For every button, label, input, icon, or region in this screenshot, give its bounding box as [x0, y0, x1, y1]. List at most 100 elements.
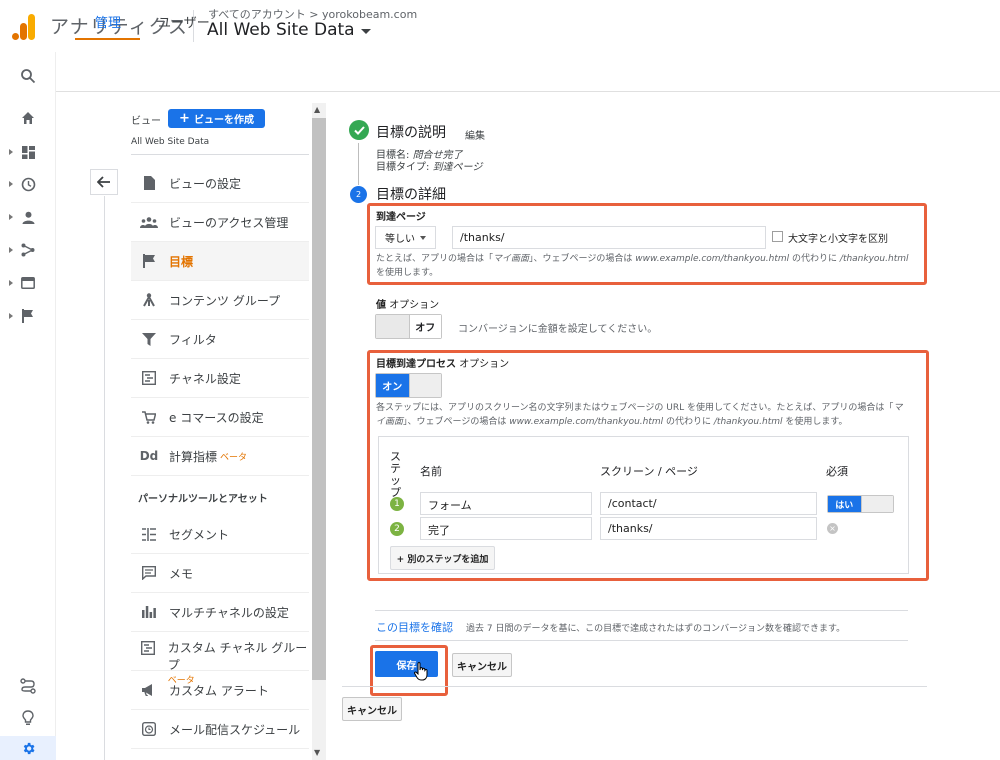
sidebar-item-label: マルチチャネルの設定: [169, 605, 289, 620]
goal-details-heading: 目標の詳細: [376, 187, 446, 203]
goal-description-heading: 目標の説明: [376, 125, 446, 141]
verify-help-text: 過去 7 日間のデータを基に、この目標で達成されたはずのコンバージョン数を確認で…: [466, 624, 846, 634]
tab-active-underline: [75, 38, 140, 40]
home-icon: [22, 112, 34, 124]
channel-icon: [139, 641, 158, 655]
add-step-button[interactable]: + 別のステップを追加: [390, 546, 495, 570]
conversions-button[interactable]: [14, 302, 42, 330]
sidebar-item-goals[interactable]: 目標: [131, 242, 309, 281]
segment-icon: [139, 527, 159, 541]
view-selector[interactable]: All Web Site Data: [207, 20, 371, 40]
step-number-badge: 1: [390, 497, 404, 511]
sidebar-item-user-management[interactable]: ビューのアクセス管理: [131, 203, 309, 242]
filter-icon: [139, 332, 159, 346]
hand-cursor-icon: [414, 662, 428, 681]
lightbulb-icon: [22, 710, 34, 725]
chevron-up-icon[interactable]: ▲: [314, 105, 320, 114]
left-rail: [0, 52, 56, 760]
expand-arrow-icon: [9, 149, 13, 155]
sidebar-item-filters[interactable]: フィルタ: [131, 320, 309, 359]
customization-button[interactable]: [14, 138, 42, 166]
tab-admin[interactable]: 管理: [95, 12, 121, 31]
edit-link[interactable]: 編集: [465, 127, 485, 142]
toggle-knob: [408, 374, 441, 397]
memo-icon: [139, 566, 159, 580]
sidebar-item-content-grouping[interactable]: コンテンツ グループ: [131, 281, 309, 320]
clock-icon: [21, 177, 35, 191]
acquisition-button[interactable]: [14, 236, 42, 264]
document-icon: [139, 176, 159, 190]
sidebar-item-label: メモ: [169, 566, 194, 581]
goal-type-label: 目標タイプ:: [376, 162, 433, 173]
create-view-button[interactable]: + ビューを作成: [168, 109, 265, 128]
divider: [375, 610, 908, 611]
step-screen-input[interactable]: /thanks/: [600, 517, 817, 540]
value-toggle[interactable]: オフ: [375, 314, 442, 339]
sidebar-item-calculated-metrics[interactable]: Dd 計算指標 ベータ: [131, 437, 309, 476]
toggle-state: オン: [376, 374, 409, 397]
sidebar-item-ecommerce-settings[interactable]: e コマースの設定: [131, 398, 309, 437]
sidebar-item-segments[interactable]: セグメント: [131, 515, 309, 554]
match-type-select[interactable]: 等しい: [375, 226, 436, 249]
discover-icon: [20, 678, 36, 694]
value-label: 値 オプション: [376, 300, 440, 311]
sidebar-item-annotations[interactable]: メモ: [131, 554, 309, 593]
required-toggle[interactable]: はい: [827, 495, 894, 513]
bar-chart-icon: [139, 606, 159, 618]
column-header-step: ステップ: [390, 450, 401, 499]
sidebar-item-label: 目標: [169, 254, 194, 269]
goal-type-value: 到達ページ: [432, 162, 483, 173]
case-sensitive-checkbox[interactable]: [772, 231, 783, 242]
funnel-label: 目標到達プロセス オプション: [376, 359, 510, 370]
chevron-down-icon[interactable]: ▼: [314, 748, 320, 757]
search-button[interactable]: [14, 62, 42, 90]
sidebar-item-label: カスタム チャネル グループ: [167, 641, 308, 672]
sidebar-item-label: e コマースの設定: [169, 410, 264, 425]
behavior-button[interactable]: [14, 269, 42, 297]
acquisition-icon: [21, 243, 35, 257]
toggle-knob: [376, 315, 409, 338]
expand-arrow-icon: [9, 214, 13, 220]
audience-button[interactable]: [14, 203, 42, 231]
realtime-button[interactable]: [14, 170, 42, 198]
cancel-button[interactable]: キャンセル: [452, 653, 512, 677]
flag-icon: [139, 254, 159, 268]
remove-step-icon[interactable]: ×: [827, 523, 838, 534]
sidebar-item-custom-channel-grouping[interactable]: カスタム チャネル グループ ベータ: [131, 632, 309, 686]
save-button[interactable]: 保存: [375, 651, 438, 677]
caret-down-icon: [360, 28, 371, 34]
step-name-input[interactable]: フォーム: [420, 492, 592, 515]
destination-help-text: たとえば、アプリの場合は「マイ画面」、ウェブページの場合は www.exampl…: [376, 254, 909, 278]
funnel-toggle[interactable]: オン: [375, 373, 442, 398]
verify-goal-link[interactable]: この目標を確認: [376, 619, 453, 635]
destination-input[interactable]: /thanks/: [452, 226, 766, 249]
home-button[interactable]: [14, 104, 42, 132]
person-icon: [22, 211, 34, 224]
sidebar-item-multichannel-settings[interactable]: マルチチャネルの設定: [131, 593, 309, 632]
admin-button[interactable]: [14, 736, 42, 760]
sidebar-item-channel-settings[interactable]: チャネル設定: [131, 359, 309, 398]
divider: [375, 640, 908, 641]
outer-cancel-button[interactable]: キャンセル: [342, 697, 402, 721]
back-button[interactable]: [90, 169, 118, 195]
view-name-divider: [131, 154, 309, 155]
column-header-screen: スクリーン / ページ: [600, 465, 698, 478]
divider: [342, 686, 927, 687]
cart-icon: [139, 410, 159, 424]
header: アナリティクス すべてのアカウント > yorokobeam.com All W…: [0, 0, 1000, 52]
tab-user[interactable]: ユーザー: [158, 12, 210, 31]
plus-icon: +: [179, 110, 190, 126]
step-name-input[interactable]: 完了: [420, 517, 592, 540]
content-group-icon: [139, 293, 159, 307]
gear-icon: [23, 742, 34, 754]
scrollbar-thumb[interactable]: [312, 118, 326, 680]
sidebar-item-view-settings[interactable]: ビューの設定: [131, 164, 309, 203]
funnel-help-text: 各ステップには、アプリのスクリーン名の文字列またはウェブページの URL を使用…: [376, 403, 903, 427]
step-number-badge: 2: [390, 522, 404, 536]
sidebar-item-custom-alerts[interactable]: カスタム アラート: [131, 671, 309, 710]
discover-button[interactable]: [14, 672, 42, 700]
step-screen-input[interactable]: /contact/: [600, 492, 817, 515]
insights-button[interactable]: [14, 704, 42, 732]
admin-tabs: [56, 52, 1000, 92]
sidebar-item-scheduled-emails[interactable]: メール配信スケジュール: [131, 710, 309, 749]
